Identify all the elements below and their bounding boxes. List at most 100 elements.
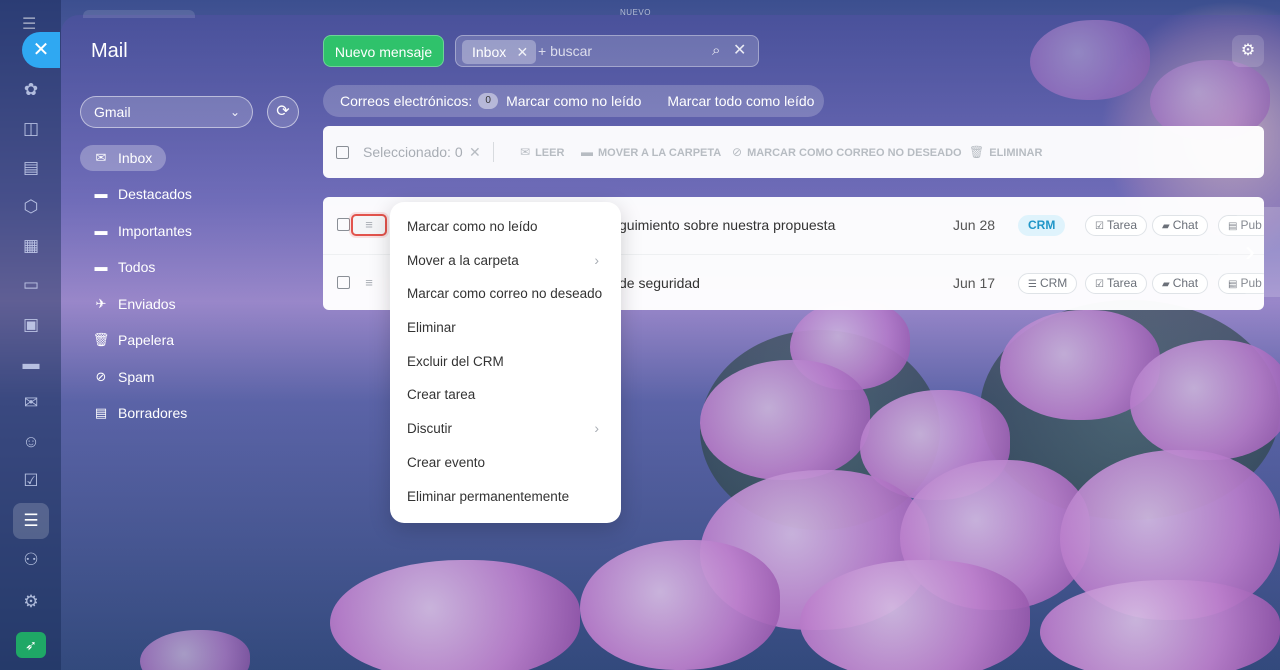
task-icon: ☑	[1095, 279, 1104, 290]
rocket-icon[interactable]: ➶	[16, 632, 46, 658]
folder-label: Importantes	[118, 223, 192, 239]
filter-icon[interactable]: ☰	[13, 503, 49, 539]
menu-item-mark-unread[interactable]: Marcar como no leído	[390, 210, 621, 244]
search-input[interactable]: + buscar	[538, 36, 592, 66]
page-title: Mail	[91, 40, 128, 62]
settings-button[interactable]: ⚙	[1232, 35, 1264, 67]
tasks-icon[interactable]: ☑	[19, 469, 43, 493]
chip-label: Inbox	[472, 44, 507, 60]
chip-close-icon[interactable]: ✕	[517, 40, 529, 64]
menu-item-delete-permanently[interactable]: Eliminar permanentemente	[390, 480, 621, 514]
search-filter-chip[interactable]: Inbox ✕	[462, 40, 537, 64]
delete-action[interactable]: 🗑 ELIMINAR	[969, 126, 1042, 179]
select-all-checkbox[interactable]	[336, 146, 349, 159]
menu-item-discuss[interactable]: Discutir ›	[390, 412, 621, 446]
folder-enviados[interactable]: ✈ Enviados	[80, 291, 190, 317]
mark-unread-link[interactable]: Marcar como no leído	[506, 93, 641, 109]
menu-item-exclude-crm[interactable]: Excluir del CRM	[390, 345, 621, 379]
selected-count: Seleccionado: 0	[363, 144, 463, 160]
menu-item-create-event[interactable]: Crear evento	[390, 446, 621, 480]
search-box[interactable]: Inbox ✕ + buscar ⌕ ✕	[455, 35, 759, 67]
calendar-icon[interactable]: ▦	[19, 234, 43, 258]
divider	[493, 142, 494, 162]
row-menu-button[interactable]: ≡	[351, 272, 387, 294]
task-tag[interactable]: ☑ Tarea	[1085, 215, 1147, 236]
app-rail: ☰ ✕ ✿ ◫ ▤ ⬡ ▦ ▭ ▣ ▬ ✉ ☺ ☑ ☰ ⚇ ⚙ ➶	[0, 0, 61, 670]
hub-icon[interactable]: ⬡	[19, 195, 43, 219]
spam-icon: ⊘	[732, 145, 743, 159]
row-menu-button[interactable]: ≡	[351, 214, 387, 236]
folder-label: Papelera	[118, 332, 175, 348]
refresh-icon: ⟳	[276, 103, 290, 120]
chat-icon: ▰	[1162, 279, 1170, 290]
home-icon[interactable]: ✿	[19, 78, 43, 102]
row-checkbox[interactable]	[337, 276, 350, 289]
account-label: Gmail	[94, 104, 131, 120]
crm-tag[interactable]: ☰ CRM	[1018, 273, 1078, 294]
bulk-action-toolbar: Seleccionado: 0 ✕ ✉ LEER ▬ MOVER A LA CARP…	[323, 126, 1264, 178]
contacts-icon[interactable]: ☺	[19, 430, 43, 454]
row-checkbox[interactable]	[337, 218, 350, 231]
folder-label: Todos	[118, 259, 156, 275]
folder-papelera[interactable]: 🗑 Papelera	[80, 327, 188, 353]
folder-icon: ▬	[94, 186, 108, 201]
chevron-right-icon: ›	[594, 420, 599, 437]
sent-icon: ✈	[95, 296, 107, 311]
chat-icon[interactable]: ◫	[19, 117, 43, 141]
mail-icon[interactable]: ✉	[19, 391, 43, 415]
trash-icon: 🗑	[92, 332, 110, 347]
filter-icon: ☰	[1028, 279, 1037, 290]
shop-icon[interactable]: ▬	[19, 352, 43, 376]
menu-item-mark-spam[interactable]: Marcar como correo no deseado	[390, 277, 621, 311]
menu-item-delete[interactable]: Eliminar	[390, 311, 621, 345]
folder-icon: ▬	[94, 259, 108, 274]
folder-importantes[interactable]: ▬ Importantes	[80, 218, 206, 244]
menu-icon[interactable]: ☰	[22, 17, 40, 33]
task-tag[interactable]: ☑ Tarea	[1085, 273, 1147, 294]
close-slider-button[interactable]: ✕	[22, 32, 60, 68]
folder-spam[interactable]: ⊘ Spam	[80, 364, 169, 390]
read-action[interactable]: ✉ LEER	[520, 126, 564, 179]
message-subject[interactable]: guimiento sobre nuestra propuesta	[619, 197, 835, 253]
mark-spam-action[interactable]: ⊘ MARCAR COMO CORREO NO DESEADO	[732, 126, 962, 179]
unread-count-badge: 0	[478, 93, 499, 110]
folder-borradores[interactable]: ▤ Borradores	[80, 400, 201, 426]
chat-tag[interactable]: ▰ Chat	[1152, 215, 1209, 236]
feed-icon[interactable]: ▤	[19, 156, 43, 180]
folder-icon: ▬	[581, 145, 593, 159]
menu-item-move-folder[interactable]: Mover a la carpeta ›	[390, 244, 621, 278]
folder-label: Enviados	[118, 296, 176, 312]
message-subject[interactable]: de seguridad	[619, 255, 700, 310]
message-date: Jun 17	[953, 275, 996, 291]
mail-counter-bar: Correos electrónicos: 0 Marcar como no l…	[323, 85, 824, 117]
robot-icon[interactable]: ⚇	[19, 548, 43, 572]
folder-label: Destacados	[118, 186, 192, 202]
crm-tag[interactable]: CRM	[1018, 215, 1066, 236]
search-icon[interactable]: ⌕	[712, 36, 720, 66]
menu-item-create-task[interactable]: Crear tarea	[390, 378, 621, 412]
settings-icon[interactable]: ⚙	[19, 590, 43, 614]
trash-icon: 🗑	[969, 145, 985, 159]
folder-label: Borradores	[118, 405, 188, 421]
clear-search-icon[interactable]: ✕	[733, 36, 746, 66]
folder-destacados[interactable]: ▬ Destacados	[80, 181, 206, 207]
spam-icon: ⊘	[95, 369, 107, 384]
move-folder-action[interactable]: ▬ MOVER A LA CARPETA	[581, 126, 721, 179]
docs-icon[interactable]: ▭	[19, 273, 43, 297]
clear-selection-icon[interactable]: ✕	[469, 126, 481, 178]
refresh-button[interactable]: ⟳	[267, 96, 299, 128]
sites-icon[interactable]: ▣	[19, 313, 43, 337]
chat-tag[interactable]: ▰ Chat	[1152, 273, 1209, 294]
chevron-down-icon: ⌄	[229, 105, 240, 119]
new-message-button[interactable]: Nuevo mensaje	[323, 35, 444, 67]
message-date: Jun 28	[953, 217, 996, 233]
account-select[interactable]: Gmail ⌄	[80, 96, 253, 128]
task-icon: ☑	[1095, 221, 1104, 232]
draft-icon: ▤	[94, 405, 108, 420]
mark-all-read-link[interactable]: Marcar todo como leído	[667, 93, 814, 109]
folder-label: Inbox	[118, 150, 153, 166]
inbox-icon: ✉	[95, 150, 107, 165]
folder-inbox[interactable]: ✉ Inbox	[80, 145, 167, 171]
context-menu: Marcar como no leído Mover a la carpeta ›…	[390, 202, 621, 523]
folder-todos[interactable]: ▬ Todos	[80, 254, 169, 280]
